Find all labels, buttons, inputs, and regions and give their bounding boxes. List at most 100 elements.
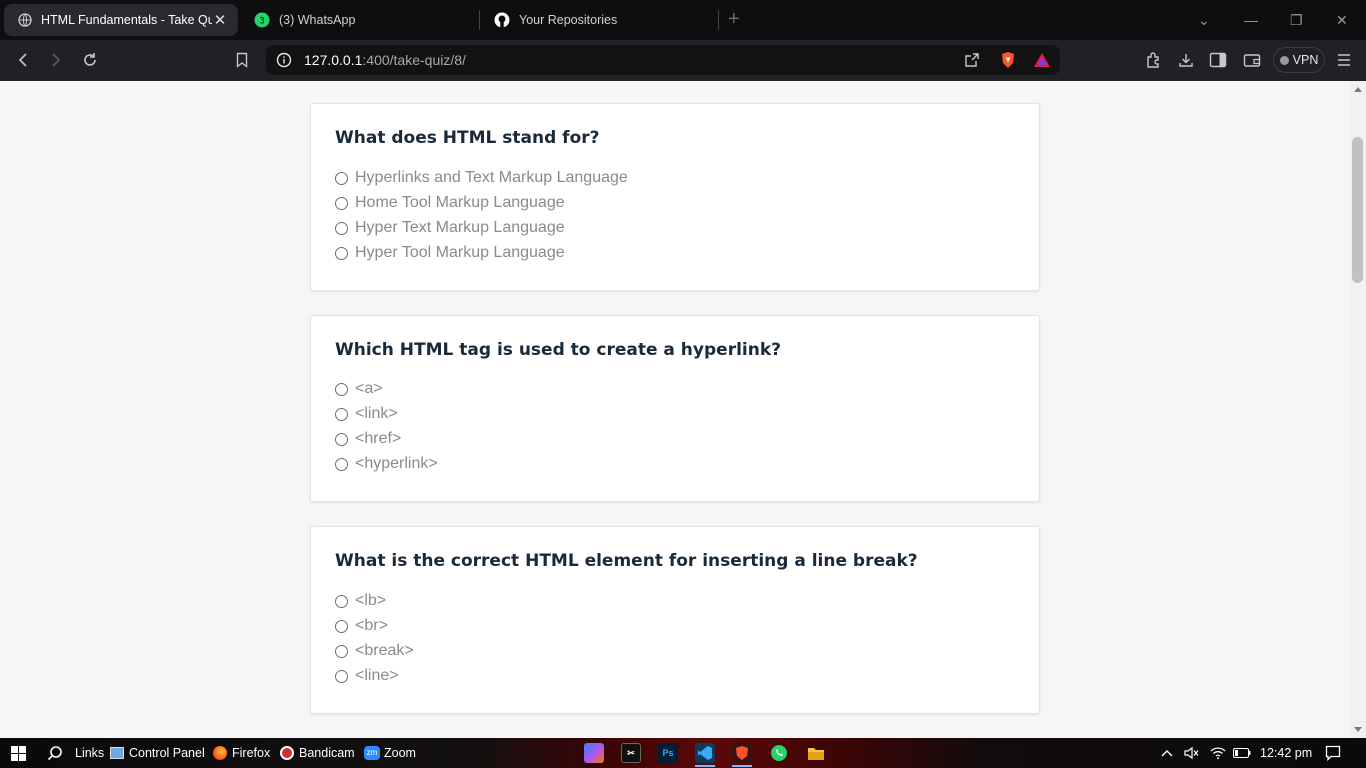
answer-option[interactable]: <line> <box>335 666 399 686</box>
search-icon[interactable] <box>47 738 63 768</box>
tab-title: HTML Fundamentals - Take Quiz <box>41 13 212 27</box>
taskbar-links[interactable]: Links <box>75 738 104 768</box>
extensions-icon[interactable] <box>1144 50 1164 70</box>
brave-icon[interactable] <box>732 743 752 763</box>
answer-option[interactable]: Hyper Tool Markup Language <box>335 243 565 263</box>
taskbar-zoom[interactable]: zm Zoom <box>364 738 416 768</box>
radio-button[interactable] <box>335 407 348 421</box>
vpn-button[interactable]: VPN <box>1273 47 1325 73</box>
option-label: Hyper Text Markup Language <box>355 219 565 236</box>
tab-take-quiz[interactable]: HTML Fundamentals - Take Quiz ✕ <box>4 4 238 36</box>
address-bar[interactable]: 127.0.0.1:400/take-quiz/8/ <box>266 45 1060 75</box>
answer-option[interactable]: <href> <box>335 429 401 449</box>
brave-shields-icon[interactable] <box>998 50 1018 70</box>
brave-rewards-icon[interactable] <box>1032 50 1052 70</box>
taskbar-bandicam[interactable]: Bandicam <box>280 738 355 768</box>
share-icon[interactable] <box>962 50 982 70</box>
github-icon <box>494 12 510 28</box>
photoshop-icon[interactable]: Ps <box>658 743 678 763</box>
scroll-thumb[interactable] <box>1352 137 1363 283</box>
tab-separator <box>718 10 719 30</box>
file-explorer-icon[interactable] <box>806 743 826 763</box>
vscode-icon[interactable] <box>695 743 715 763</box>
answer-option[interactable]: <lb> <box>335 591 386 611</box>
url-text[interactable]: 127.0.0.1:400/take-quiz/8/ <box>304 52 466 68</box>
sidebar-icon[interactable] <box>1208 50 1228 70</box>
option-label: Hyper Tool Markup Language <box>355 244 565 261</box>
answer-option[interactable]: Home Tool Markup Language <box>335 193 565 213</box>
notification-icon[interactable] <box>1325 738 1341 768</box>
answer-option[interactable]: Hyper Text Markup Language <box>335 218 565 238</box>
taskbar-firefox[interactable]: Firefox <box>213 738 270 768</box>
radio-button[interactable] <box>335 196 348 210</box>
download-icon[interactable] <box>1176 50 1196 70</box>
answer-option[interactable]: <break> <box>335 641 414 661</box>
capcut-icon[interactable]: ✂ <box>621 743 641 763</box>
radio-button[interactable] <box>335 221 348 235</box>
site-info-icon[interactable] <box>276 52 292 68</box>
taskbar-item-label: Control Panel <box>129 746 205 760</box>
tab-repositories[interactable]: Your Repositories <box>480 4 716 36</box>
vpn-status-icon <box>1279 55 1289 65</box>
radio-button[interactable] <box>335 669 348 683</box>
option-label: <br> <box>355 617 388 634</box>
radio-button[interactable] <box>335 432 348 446</box>
close-tab-icon[interactable]: ✕ <box>212 11 228 29</box>
page-scrollbar[interactable] <box>1350 81 1366 738</box>
option-label: <a> <box>355 380 383 397</box>
clock-time: 12:42 pm <box>1260 746 1313 760</box>
radio-button[interactable] <box>335 171 348 185</box>
url-host: 127.0.0.1 <box>304 52 363 68</box>
vpn-label: VPN <box>1292 53 1319 67</box>
tray-chevron-icon[interactable] <box>1160 738 1174 768</box>
option-label: <hyperlink> <box>355 455 438 472</box>
radio-button[interactable] <box>335 457 348 471</box>
battery-icon[interactable] <box>1233 738 1251 768</box>
taskbar-item-label: Zoom <box>384 746 416 760</box>
answer-option[interactable]: <hyperlink> <box>335 454 438 474</box>
answer-option[interactable]: <a> <box>335 379 383 399</box>
back-icon[interactable] <box>13 50 33 70</box>
answer-option[interactable]: Hyperlinks and Text Markup Language <box>335 168 628 188</box>
clock[interactable]: 12:42 pm <box>1260 738 1312 768</box>
radio-button[interactable] <box>335 246 348 260</box>
option-label: Hyperlinks and Text Markup Language <box>355 169 628 186</box>
wallet-icon[interactable] <box>1242 50 1262 70</box>
menu-icon[interactable] <box>1334 50 1354 70</box>
start-button[interactable] <box>11 738 26 768</box>
new-tab-icon[interactable]: + <box>728 9 740 29</box>
url-path: :400/take-quiz/8/ <box>362 52 466 68</box>
scroll-down-icon[interactable] <box>1354 727 1362 732</box>
volume-muted-icon[interactable] <box>1184 738 1200 768</box>
zoom-icon: zm <box>364 746 380 760</box>
wifi-icon[interactable] <box>1210 738 1226 768</box>
tab-whatsapp[interactable]: 3 (3) WhatsApp <box>240 4 478 36</box>
option-label: Home Tool Markup Language <box>355 194 565 211</box>
page-viewport: What does HTML stand for? Hyperlinks and… <box>0 81 1350 738</box>
restore-icon[interactable]: ❐ <box>1290 10 1303 30</box>
question-card: What is the correct HTML element for ins… <box>310 526 1040 714</box>
question-title: What does HTML stand for? <box>335 128 600 148</box>
radio-button[interactable] <box>335 594 348 608</box>
scroll-up-icon[interactable] <box>1354 87 1362 92</box>
option-label: <lb> <box>355 592 387 609</box>
minimize-icon[interactable]: — <box>1244 10 1258 30</box>
option-label: <line> <box>355 667 399 684</box>
forward-icon[interactable] <box>46 50 66 70</box>
tab-search-chevron-icon[interactable]: ⌄ <box>1198 10 1210 30</box>
bookmark-icon[interactable] <box>232 50 252 70</box>
answer-option[interactable]: <br> <box>335 616 388 636</box>
radio-button[interactable] <box>335 619 348 633</box>
question-card: What does HTML stand for? Hyperlinks and… <box>310 103 1040 291</box>
copilot-icon[interactable] <box>584 743 604 763</box>
reload-icon[interactable] <box>80 50 100 70</box>
radio-button[interactable] <box>335 382 348 396</box>
radio-button[interactable] <box>335 644 348 658</box>
close-window-icon[interactable]: ✕ <box>1336 10 1348 30</box>
taskbar-control-panel[interactable]: Control Panel <box>110 738 205 768</box>
windows-taskbar: Links Control Panel Firefox Bandicam zm … <box>0 738 1366 768</box>
answer-option[interactable]: <link> <box>335 404 398 424</box>
question-card: Which HTML tag is used to create a hyper… <box>310 315 1040 502</box>
whatsapp-icon[interactable] <box>769 743 789 763</box>
question-title: What is the correct HTML element for ins… <box>335 551 918 571</box>
